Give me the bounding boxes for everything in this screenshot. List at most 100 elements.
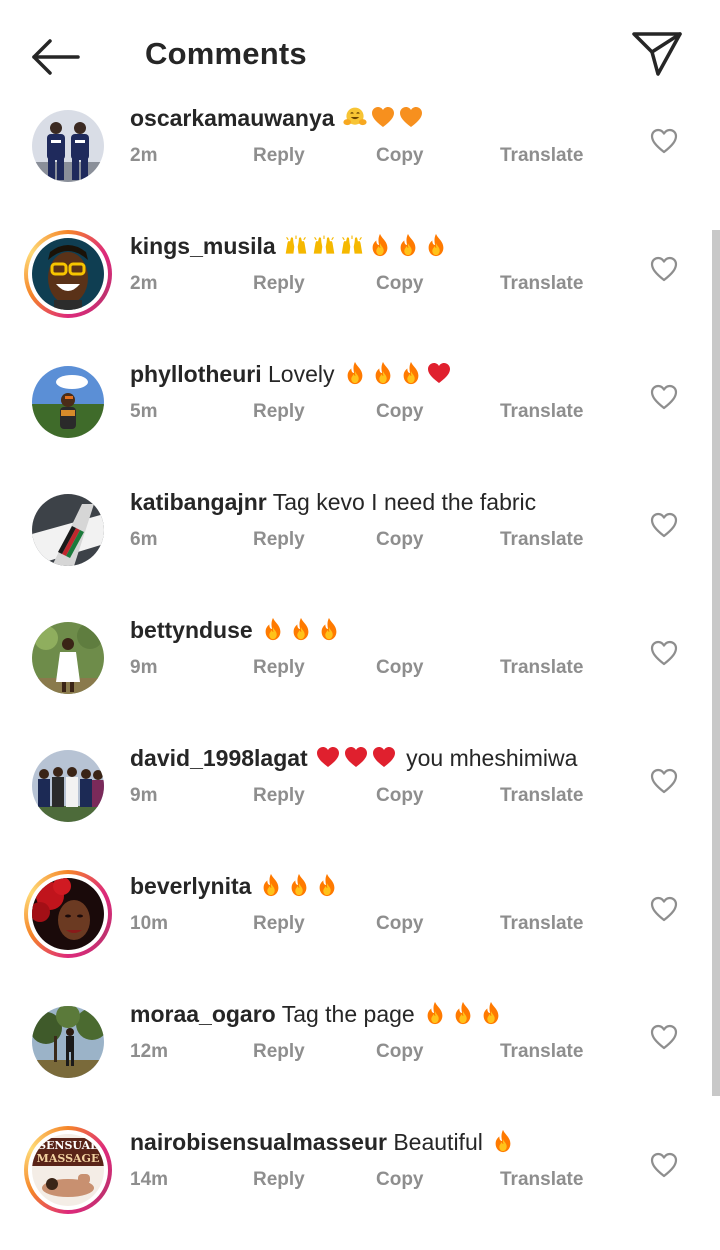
comment-body: Beautiful bbox=[386, 1129, 483, 1155]
reply-button[interactable]: Reply bbox=[253, 1040, 305, 1064]
avatar[interactable] bbox=[24, 358, 112, 446]
translate-button[interactable]: Translate bbox=[500, 784, 583, 808]
copy-button[interactable]: Copy bbox=[376, 1040, 424, 1064]
comment-timestamp: 6m bbox=[130, 529, 158, 550]
copy-button[interactable]: Copy bbox=[376, 528, 424, 552]
emoji-group bbox=[284, 233, 446, 259]
like-heart-icon[interactable] bbox=[650, 768, 678, 794]
reply-button[interactable]: Reply bbox=[253, 272, 305, 296]
avatar-image bbox=[32, 878, 104, 950]
comment-username[interactable]: kings_musila bbox=[130, 233, 276, 259]
comment-row: david_1998lagat you mheshimiwa 9m Reply Cop… bbox=[0, 738, 710, 866]
avatar-image bbox=[32, 366, 104, 438]
reply-button[interactable]: Reply bbox=[253, 144, 305, 168]
reply-button[interactable]: Reply bbox=[253, 1168, 305, 1192]
comment-row: SENSUAL MASSAGE nairobisensualmasseur Beau… bbox=[0, 1122, 710, 1250]
header-bar: Comments bbox=[0, 0, 720, 104]
share-button[interactable] bbox=[628, 26, 686, 78]
avatar[interactable] bbox=[24, 998, 112, 1086]
avatar[interactable] bbox=[24, 102, 112, 190]
fire-emoji-icon bbox=[479, 1001, 501, 1025]
comment-timestamp: 5m bbox=[130, 401, 158, 422]
comment-username[interactable]: bettynduse bbox=[130, 617, 253, 643]
avatar-logo-text: SENSUAL bbox=[38, 1139, 98, 1152]
avatar[interactable] bbox=[24, 614, 112, 702]
comment-body: Lovely bbox=[261, 361, 335, 387]
copy-button[interactable]: Copy bbox=[376, 272, 424, 296]
copy-button[interactable]: Copy bbox=[376, 400, 424, 424]
comment-text: moraa_ogaro Tag the page bbox=[130, 999, 501, 1029]
like-heart-icon[interactable] bbox=[650, 1152, 678, 1178]
copy-button[interactable]: Copy bbox=[376, 656, 424, 680]
like-heart-icon[interactable] bbox=[650, 896, 678, 922]
emoji-group bbox=[491, 1129, 513, 1155]
comment-timestamp: 2m bbox=[130, 145, 158, 166]
translate-button[interactable]: Translate bbox=[500, 1168, 583, 1192]
avatar-image bbox=[32, 622, 104, 694]
copy-button[interactable]: Copy bbox=[376, 784, 424, 808]
fire-emoji-icon bbox=[289, 617, 311, 641]
comment-body: Tag kevo I need the fabric bbox=[266, 489, 537, 515]
translate-button[interactable]: Translate bbox=[500, 1040, 583, 1064]
like-heart-icon[interactable] bbox=[650, 256, 678, 282]
comment-text: oscarkamauwanya bbox=[130, 103, 421, 133]
like-heart-icon[interactable] bbox=[650, 128, 678, 154]
translate-button[interactable]: Translate bbox=[500, 912, 583, 936]
comment-body: you mheshimiwa bbox=[399, 745, 578, 771]
comment-body: Tag the page bbox=[275, 1001, 415, 1027]
comment-row: oscarkamauwanya 2m Reply Copy Translate bbox=[0, 98, 710, 226]
comment-username[interactable]: katibangajnr bbox=[130, 489, 267, 515]
avatar[interactable]: SENSUAL MASSAGE bbox=[24, 1126, 112, 1214]
comment-text: kings_musila bbox=[130, 231, 446, 261]
emoji-group bbox=[259, 873, 337, 899]
comment-text: beverlynita bbox=[130, 871, 337, 901]
reply-button[interactable]: Reply bbox=[253, 528, 305, 552]
comment-text: nairobisensualmasseur Beautiful bbox=[130, 1127, 513, 1157]
comment-text: david_1998lagat you mheshimiwa bbox=[130, 743, 577, 773]
comment-row: beverlynita 10m Reply Copy Translate bbox=[0, 866, 710, 994]
reply-button[interactable]: Reply bbox=[253, 400, 305, 424]
translate-button[interactable]: Translate bbox=[500, 656, 583, 680]
translate-button[interactable]: Translate bbox=[500, 272, 583, 296]
comment-username[interactable]: beverlynita bbox=[130, 873, 251, 899]
comment-row: bettynduse 9m Reply Copy Translate bbox=[0, 610, 710, 738]
like-heart-icon[interactable] bbox=[650, 512, 678, 538]
copy-button[interactable]: Copy bbox=[376, 144, 424, 168]
avatar-image bbox=[32, 238, 104, 310]
reply-button[interactable]: Reply bbox=[253, 912, 305, 936]
red-heart-emoji-icon bbox=[344, 745, 366, 769]
translate-button[interactable]: Translate bbox=[500, 144, 583, 168]
fire-emoji-icon bbox=[371, 361, 393, 385]
reply-button[interactable]: Reply bbox=[253, 656, 305, 680]
avatar[interactable] bbox=[24, 486, 112, 574]
avatar-image bbox=[32, 494, 104, 566]
comment-timestamp: 2m bbox=[130, 273, 158, 294]
like-heart-icon[interactable] bbox=[650, 384, 678, 410]
fire-emoji-icon bbox=[261, 617, 283, 641]
fire-emoji-icon bbox=[399, 361, 421, 385]
comment-username[interactable]: david_1998lagat bbox=[130, 745, 308, 771]
raising-hands-emoji-icon bbox=[284, 233, 306, 257]
scrollbar[interactable] bbox=[712, 230, 720, 1096]
avatar[interactable] bbox=[24, 870, 112, 958]
avatar-image bbox=[32, 1006, 104, 1078]
back-button[interactable] bbox=[28, 32, 84, 82]
reply-button[interactable]: Reply bbox=[253, 784, 305, 808]
comment-row: kings_musila 2m Reply Copy Translate bbox=[0, 226, 710, 354]
comment-row: phyllotheuri Lovely 5m Reply Copy Translate bbox=[0, 354, 710, 482]
raising-hands-emoji-icon bbox=[312, 233, 334, 257]
fire-emoji-icon bbox=[343, 361, 365, 385]
comment-username[interactable]: moraa_ogaro bbox=[130, 1001, 276, 1027]
comment-text: katibangajnr Tag kevo I need the fabric bbox=[130, 487, 536, 517]
translate-button[interactable]: Translate bbox=[500, 528, 583, 552]
translate-button[interactable]: Translate bbox=[500, 400, 583, 424]
like-heart-icon[interactable] bbox=[650, 1024, 678, 1050]
comment-username[interactable]: oscarkamauwanya bbox=[130, 105, 335, 131]
copy-button[interactable]: Copy bbox=[376, 912, 424, 936]
avatar[interactable] bbox=[24, 230, 112, 318]
copy-button[interactable]: Copy bbox=[376, 1168, 424, 1192]
comment-username[interactable]: nairobisensualmasseur bbox=[130, 1129, 387, 1155]
comment-username[interactable]: phyllotheuri bbox=[130, 361, 262, 387]
like-heart-icon[interactable] bbox=[650, 640, 678, 666]
avatar[interactable] bbox=[24, 742, 112, 830]
